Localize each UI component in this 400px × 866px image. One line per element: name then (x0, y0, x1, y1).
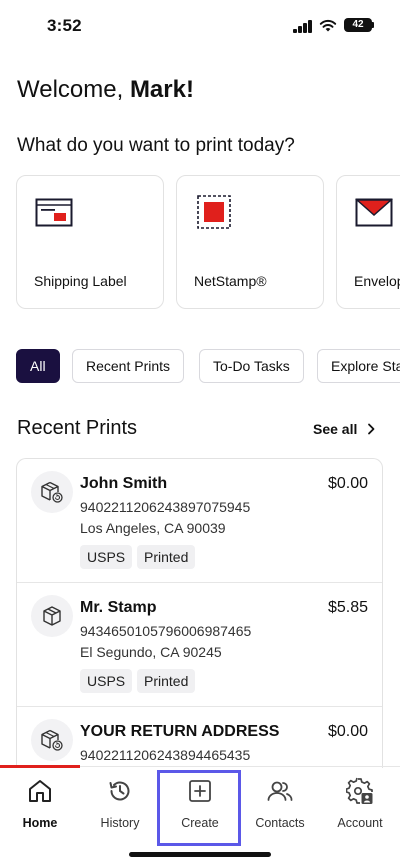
nav-home[interactable]: Home (0, 768, 80, 843)
nav-history[interactable]: History (80, 768, 160, 843)
nav-divider (80, 766, 400, 767)
contacts-icon (267, 781, 293, 801)
card-label: Shipping Label (34, 273, 127, 289)
list-item[interactable]: Mr. Stamp $5.85 9434650105796006987465 E… (17, 583, 382, 707)
chevron-right-icon[interactable] (366, 423, 376, 435)
nav-account[interactable]: Account (320, 768, 400, 843)
cellular-signal-icon (293, 20, 313, 33)
wifi-icon (319, 19, 337, 32)
recipient-name: John Smith (80, 475, 168, 492)
nav-contacts[interactable]: Contacts (240, 768, 320, 843)
avatar (31, 471, 73, 513)
tracking-number: 9434650105796006987465 (80, 623, 252, 639)
shipping-label-card[interactable]: Shipping Label (16, 175, 164, 309)
status-badge: Printed (137, 669, 196, 693)
history-icon (109, 781, 130, 801)
carrier-tag: USPS (80, 669, 133, 693)
battery-cap (372, 22, 374, 28)
package-icon (43, 606, 61, 626)
list-item[interactable]: YOUR RETURN ADDRESS $0.00 94022112062438… (17, 707, 382, 768)
avatar (31, 719, 73, 761)
recipient-name: Mr. Stamp (80, 599, 157, 616)
battery-icon: 42 (344, 18, 372, 32)
welcome-prefix: Welcome, (17, 76, 124, 103)
nav-label: Home (22, 816, 58, 830)
nav-label: History (100, 816, 140, 830)
address: El Segundo, CA 90245 (80, 644, 222, 660)
carrier-tag: USPS (80, 545, 133, 569)
product-carousel[interactable]: Shipping Label NetStamp® Envelop (16, 175, 400, 309)
create-highlight-box (157, 770, 241, 846)
price: $5.85 (327, 599, 368, 616)
status-time: 3:52 (47, 16, 82, 35)
user-name: Mark! (129, 76, 194, 103)
home-icon (29, 780, 51, 802)
see-all-link[interactable]: See all (313, 421, 357, 437)
price: $0.00 (327, 723, 368, 740)
envelope-icon (355, 198, 393, 227)
status-badge: Printed (137, 545, 196, 569)
tracking-number: 9402211206243897075945 (80, 499, 251, 515)
card-label: Envelop (354, 273, 400, 289)
shipping-label-icon (35, 198, 73, 227)
envelope-card[interactable]: Envelop (336, 175, 400, 309)
account-settings-icon (346, 777, 373, 804)
recent-prints-title: Recent Prints (17, 417, 138, 439)
price: $0.00 (327, 475, 368, 492)
recipient-name: YOUR RETURN ADDRESS (80, 723, 280, 740)
chip-todo-tasks[interactable]: To-Do Tasks (199, 349, 304, 383)
home-indicator (129, 852, 271, 857)
package-return-icon (41, 729, 63, 751)
chip-explore[interactable]: Explore Sta (317, 349, 400, 383)
avatar (31, 595, 73, 637)
list-item[interactable]: John Smith $0.00 9402211206243897075945 … (17, 459, 382, 583)
netstamp-icon (197, 195, 231, 229)
chip-all[interactable]: All (16, 349, 60, 383)
welcome-heading: Welcome, Mark! (17, 76, 194, 104)
package-return-icon (41, 481, 63, 503)
nav-label: Contacts (255, 816, 305, 830)
nav-label: Account (337, 816, 383, 830)
filter-chips: All Recent Prints To-Do Tasks Explore St… (16, 349, 400, 383)
chip-recent-prints[interactable]: Recent Prints (72, 349, 185, 383)
status-bar: 3:52 42 (0, 0, 400, 54)
card-label: NetStamp® (194, 273, 267, 289)
tracking-number: 9402211206243894465435 (80, 747, 251, 763)
print-question: What do you want to print today? (17, 135, 295, 156)
address: Los Angeles, CA 90039 (80, 520, 226, 536)
netstamp-card[interactable]: NetStamp® (176, 175, 324, 309)
recent-prints-list: John Smith $0.00 9402211206243897075945 … (16, 458, 383, 768)
